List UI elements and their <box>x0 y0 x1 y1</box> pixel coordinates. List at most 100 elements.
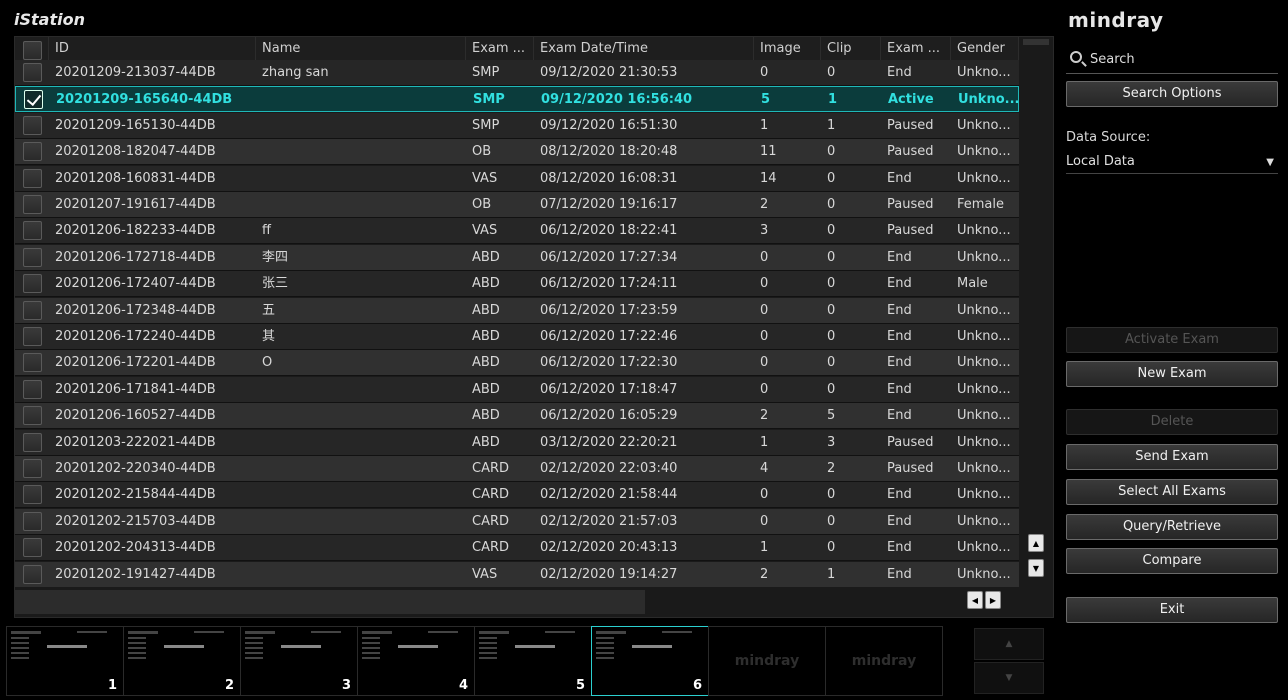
horizontal-scrollbar[interactable] <box>15 587 1019 617</box>
table-header: ID Name Exam ... Exam Date/Time Image Cl… <box>15 37 1019 60</box>
send-exam-button[interactable]: Send Exam <box>1066 444 1278 470</box>
table-row[interactable]: 20201209-165640-44DB SMP 09/12/2020 16:56:… <box>15 86 1019 113</box>
brand-logo: mindray <box>1068 8 1164 32</box>
row-checkbox[interactable] <box>23 274 42 294</box>
table-row[interactable]: 20201206-160527-44DB ABD 06/12/2020 16:05:… <box>15 403 1019 430</box>
row-checkbox[interactable] <box>23 247 42 267</box>
scroll-up-icon[interactable]: ▲ <box>1028 534 1044 552</box>
row-checkbox[interactable] <box>23 564 42 584</box>
query-retrieve-button[interactable]: Query/Retrieve <box>1066 514 1278 540</box>
row-checkbox[interactable] <box>23 353 42 373</box>
table-row[interactable]: 20201202-204313-44DB CARD 02/12/2020 20:43… <box>15 535 1019 562</box>
row-checkbox[interactable] <box>23 379 42 399</box>
thumbnail-preview-mark <box>596 637 614 639</box>
column-header-exam-type[interactable]: Exam ... <box>466 37 534 60</box>
table-row[interactable]: 20201206-182233-44DB ff VAS 06/12/2020 18:2… <box>15 218 1019 245</box>
exit-button[interactable]: Exit <box>1066 597 1278 623</box>
thumbnail[interactable]: 5 <box>474 626 592 696</box>
scroll-down-icon[interactable]: ▼ <box>1028 559 1044 577</box>
thumbnail-preview-mark <box>245 652 263 654</box>
table-row[interactable]: 20201206-172407-44DB 张三 ABD 06/12/2020 17:2… <box>15 271 1019 298</box>
row-checkbox[interactable] <box>23 406 42 426</box>
thumbnail[interactable]: mindray <box>708 626 826 696</box>
row-checkbox[interactable] <box>23 115 42 135</box>
table-row[interactable]: 20201206-172201-44DB O ABD 06/12/2020 17:22… <box>15 350 1019 377</box>
table-row[interactable]: 20201202-215703-44DB CARD 02/12/2020 21:57… <box>15 508 1019 535</box>
new-exam-button[interactable]: New Exam <box>1066 361 1278 387</box>
thumbnail[interactable]: 3 <box>240 626 358 696</box>
column-header-exam-datetime[interactable]: Exam Date/Time <box>534 37 754 60</box>
vertical-scrollbar-thumb[interactable] <box>1023 39 1049 45</box>
thumbnail-preview-mark <box>362 647 380 649</box>
thumbnail-preview-mark <box>11 652 29 654</box>
select-all-checkbox[interactable] <box>23 41 42 60</box>
row-checkbox[interactable] <box>23 221 42 241</box>
cell-exam-datetime: 08/12/2020 16:08:31 <box>540 170 678 186</box>
table-row[interactable]: 20201207-191617-44DB OB 07/12/2020 19:16:1… <box>15 192 1019 218</box>
table-row[interactable]: 20201202-220340-44DB CARD 02/12/2020 22:03… <box>15 456 1019 482</box>
search-input[interactable] <box>1090 48 1270 70</box>
row-checkbox[interactable] <box>23 538 42 558</box>
scroll-left-icon[interactable]: ◀ <box>967 591 983 609</box>
cell-id: 20201206-172201-44DB <box>55 355 216 371</box>
column-header-gender[interactable]: Gender <box>951 37 1019 60</box>
row-checkbox[interactable] <box>23 168 42 188</box>
column-header-name[interactable]: Name <box>256 37 466 60</box>
thumbnail[interactable]: 1 <box>6 626 124 696</box>
cell-image: 2 <box>760 566 769 582</box>
cell-checkbox <box>15 430 49 456</box>
thumbnail-scroll-down-icon[interactable]: ▼ <box>974 662 1044 694</box>
compare-button[interactable]: Compare <box>1066 548 1278 574</box>
activate-exam-button[interactable]: Activate Exam <box>1066 327 1278 353</box>
table-row[interactable]: 20201203-222021-44DB ABD 03/12/2020 22:20:… <box>15 429 1019 456</box>
table-row[interactable]: 20201202-191427-44DB VAS 02/12/2020 19:14:… <box>15 561 1019 587</box>
thumbnail[interactable]: 6 <box>591 626 709 696</box>
column-header-clip[interactable]: Clip <box>821 37 881 60</box>
row-checkbox[interactable] <box>23 300 42 320</box>
row-checkbox[interactable] <box>23 327 42 346</box>
cell-name <box>256 377 466 403</box>
table-row[interactable]: 20201208-160831-44DB VAS 08/12/2020 16:08:… <box>15 165 1019 192</box>
select-all-exams-button[interactable]: Select All Exams <box>1066 479 1278 505</box>
cell-id: 20201206-160527-44DB <box>55 408 216 424</box>
table-row[interactable]: 20201209-213037-44DB zhang san SMP 09/12/20… <box>15 60 1019 86</box>
thumbnail-preview-mark <box>362 657 380 659</box>
cell-id: 20201208-160831-44DB <box>55 170 216 186</box>
table-row[interactable]: 20201206-171841-44DB ABD 06/12/2020 17:18:… <box>15 376 1019 403</box>
row-checkbox[interactable] <box>23 195 42 214</box>
row-checkbox[interactable] <box>23 485 42 505</box>
row-checkbox[interactable] <box>23 142 42 162</box>
thumbnail-scroll-up-icon[interactable]: ▲ <box>974 628 1044 660</box>
thumbnail[interactable]: 4 <box>357 626 475 696</box>
cell-checkbox <box>15 403 49 429</box>
table-row[interactable]: 20201209-165130-44DB SMP 09/12/2020 16:51:… <box>15 112 1019 139</box>
data-source-select[interactable]: Local Data ▼ <box>1066 152 1278 174</box>
scroll-right-icon[interactable]: ▶ <box>985 591 1001 609</box>
horizontal-scrollbar-thumb[interactable] <box>15 590 645 614</box>
column-header-image[interactable]: Image <box>754 37 821 60</box>
table-row[interactable]: 20201206-172240-44DB 其 ABD 06/12/2020 17:22… <box>15 324 1019 350</box>
cell-exam-type: CARD <box>472 461 510 476</box>
cell-exam-type: SMP <box>472 117 500 133</box>
row-checkbox[interactable] <box>23 459 42 478</box>
thumbnail[interactable]: mindray <box>825 626 943 696</box>
column-header-exam-status[interactable]: Exam ... <box>881 37 951 60</box>
cell-image: 14 <box>760 170 777 186</box>
cell-image: 0 <box>760 355 769 371</box>
delete-button[interactable]: Delete <box>1066 409 1278 435</box>
cell-gender: Unkno... <box>957 329 1011 344</box>
row-checkbox[interactable] <box>24 90 43 110</box>
table-row[interactable]: 20201206-172718-44DB 李四 ABD 06/12/2020 17:2… <box>15 244 1019 271</box>
column-header-id[interactable]: ID <box>49 37 256 60</box>
table-row[interactable]: 20201208-182047-44DB OB 08/12/2020 18:20:4… <box>15 139 1019 166</box>
cell-exam-datetime: 06/12/2020 17:24:11 <box>540 276 678 292</box>
thumbnail-preview-mark <box>428 631 458 633</box>
cell-gender: Unkno... <box>957 461 1011 476</box>
row-checkbox[interactable] <box>23 432 42 452</box>
row-checkbox[interactable] <box>23 511 42 531</box>
row-checkbox[interactable] <box>23 63 42 82</box>
thumbnail[interactable]: 2 <box>123 626 241 696</box>
table-row[interactable]: 20201202-215844-44DB CARD 02/12/2020 21:58… <box>15 482 1019 509</box>
table-row[interactable]: 20201206-172348-44DB 五 ABD 06/12/2020 17:23… <box>15 297 1019 324</box>
search-options-button[interactable]: Search Options <box>1066 81 1278 107</box>
